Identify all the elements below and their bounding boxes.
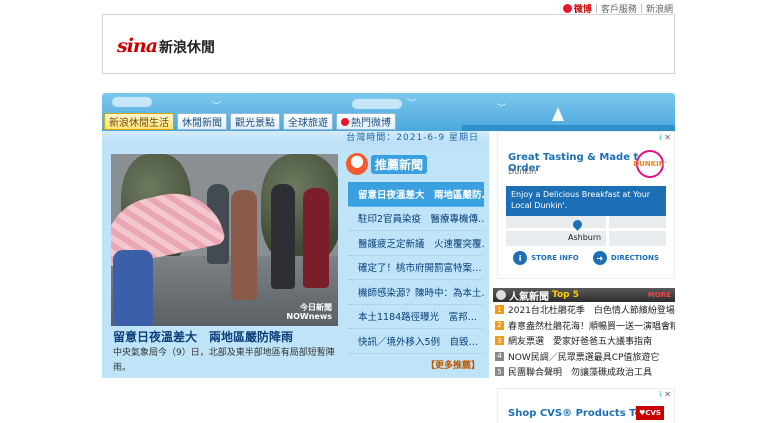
featured-title[interactable]: 留意日夜溫差大 兩地區嚴防降雨	[113, 328, 293, 345]
store-info-button[interactable]: i STORE INFO	[513, 251, 579, 265]
list-item[interactable]: 醫護疲乏定新議 火速覆突覆…	[348, 231, 484, 256]
weibo-icon	[341, 117, 349, 126]
ad-brand: Dunkin'	[508, 167, 539, 176]
list-item[interactable]: 4 NOW民調／民眾票選最具CP值旅遊它	[493, 349, 675, 365]
list-item[interactable]: 3 網友票選 愛家好爸爸五大議事指南	[493, 333, 675, 349]
bird-icon: ︶	[212, 102, 222, 112]
site-header: sina 新浪休閒	[102, 14, 675, 74]
list-item[interactable]: 機師感染源？陳時中：為本土…	[348, 280, 484, 305]
map-road	[506, 228, 666, 231]
list-item[interactable]: 駐印2官員染疫 醫療專機傳…	[348, 207, 484, 231]
list-item[interactable]: 2 春意盎然杜鵑花海！順暢買一送一演唱會精彩	[493, 318, 675, 334]
adchoices-icon[interactable]: i	[659, 133, 661, 142]
cvs-logo: ♥CVS	[636, 406, 664, 420]
hot-news-header: 人氣新聞 Top 5 MORE	[493, 288, 675, 303]
hot-more-link[interactable]: MORE	[648, 291, 671, 299]
recommended-list: 留意日夜溫差大 兩地區嚴防… 駐印2官員染疫 醫療專機傳… 醫護疲乏定新議 火速…	[348, 182, 484, 354]
close-icon[interactable]: ✕	[664, 133, 671, 142]
pedestrian	[113, 250, 153, 326]
cvs-ad[interactable]: i ✕ Shop CVS® Products Today ♥CVS	[497, 388, 675, 423]
recommended-title: 推薦新聞	[371, 154, 428, 174]
list-item[interactable]: 本土1184路徑曝光 富邦…	[348, 305, 484, 329]
dunkin-logo: DUNKIN'	[633, 150, 667, 178]
cloud-decoration	[112, 97, 152, 107]
dunkin-ad[interactable]: i ✕ Great Tasting & Made to Order Dunkin…	[497, 131, 675, 279]
ad-controls: i ✕	[659, 390, 671, 399]
sina-logo-text: sina	[117, 35, 158, 57]
list-item[interactable]: 確定了！桃市府開罰富特案…	[348, 256, 484, 280]
hot-news: 人氣新聞 Top 5 MORE 1 2021台北杜鵑花季 白色情人節繽紛登場 2春…	[493, 288, 675, 383]
bird-icon: ︶	[407, 99, 417, 109]
site-name: 新浪休閒	[159, 40, 216, 56]
directions-icon: ➜	[592, 251, 607, 265]
list-item[interactable]: 留意日夜溫差大 兩地區嚴防…	[348, 182, 484, 207]
tab-hot-weibo[interactable]: 熱門微博	[336, 113, 396, 130]
tab-leisure-news[interactable]: 休閒新聞	[177, 113, 227, 130]
pedestrian	[231, 190, 257, 300]
ad-controls: i ✕	[659, 133, 671, 142]
map-label: Ashburn	[568, 233, 602, 242]
recommended-header: 推薦新聞	[346, 151, 484, 177]
list-item[interactable]: 1 2021台北杜鵑花季 白色情人節繽紛登場	[493, 302, 675, 318]
pedestrian	[271, 184, 295, 289]
date-bar: 台灣時間：2021-6-9 星期日	[102, 131, 489, 145]
avatar-icon	[496, 290, 506, 300]
main-nav: 新浪休閒生活 休閒新聞 觀光景點 全球旅遊 熱門微博	[104, 113, 396, 130]
bird-icon: ︶	[497, 104, 507, 114]
map-road	[606, 216, 609, 246]
mascot-icon	[346, 153, 368, 175]
pedestrian	[303, 188, 329, 288]
featured-photo[interactable]: 今日新聞 NOWnews	[111, 154, 338, 326]
featured-summary: 中央氣象局今（9）日，北部及東半部地區有局部短暫陣雨。	[113, 348, 335, 373]
list-item[interactable]: 5 民團聯合聲明 勿讓藻礁成政治工具	[493, 364, 675, 380]
tab-attractions[interactable]: 觀光景點	[230, 113, 280, 130]
ad-description[interactable]: Enjoy a Delicious Breakfast at Your Loca…	[506, 186, 666, 216]
cloud-decoration	[352, 99, 402, 109]
close-icon[interactable]: ✕	[664, 390, 671, 399]
hot-news-title: 人氣新聞	[509, 291, 549, 303]
main-panel: 今日新聞 NOWnews 留意日夜溫差大 兩地區嚴防降雨 中央氣象局今（9）日，北…	[102, 145, 489, 378]
ad-map[interactable]: Ashburn	[506, 216, 666, 246]
more-recommended-link[interactable]: 【更多推薦】	[426, 358, 480, 371]
recommended-news: 推薦新聞 留意日夜溫差大 兩地區嚴防… 駐印2官員染疫 醫療專機傳… 醫護疲乏定…	[346, 145, 484, 378]
site-logo[interactable]: sina 新浪休閒	[117, 35, 215, 57]
directions-button[interactable]: ➜ DIRECTIONS	[592, 251, 659, 265]
adchoices-icon[interactable]: i	[659, 390, 661, 399]
list-item[interactable]: 快訊／境外移入5例 自毀…	[348, 329, 484, 354]
weibo-icon	[562, 4, 572, 13]
top5-badge: Top 5	[552, 290, 579, 300]
tab-leisure-life[interactable]: 新浪休閒生活	[104, 113, 174, 130]
tab-global-travel[interactable]: 全球旅遊	[283, 113, 333, 130]
info-icon: i	[513, 251, 528, 265]
ad-actions: i STORE INFO ➜ DIRECTIONS	[506, 251, 666, 265]
sailboat-icon	[552, 107, 564, 121]
nownews-watermark: 今日新聞 NOWnews	[286, 303, 332, 321]
